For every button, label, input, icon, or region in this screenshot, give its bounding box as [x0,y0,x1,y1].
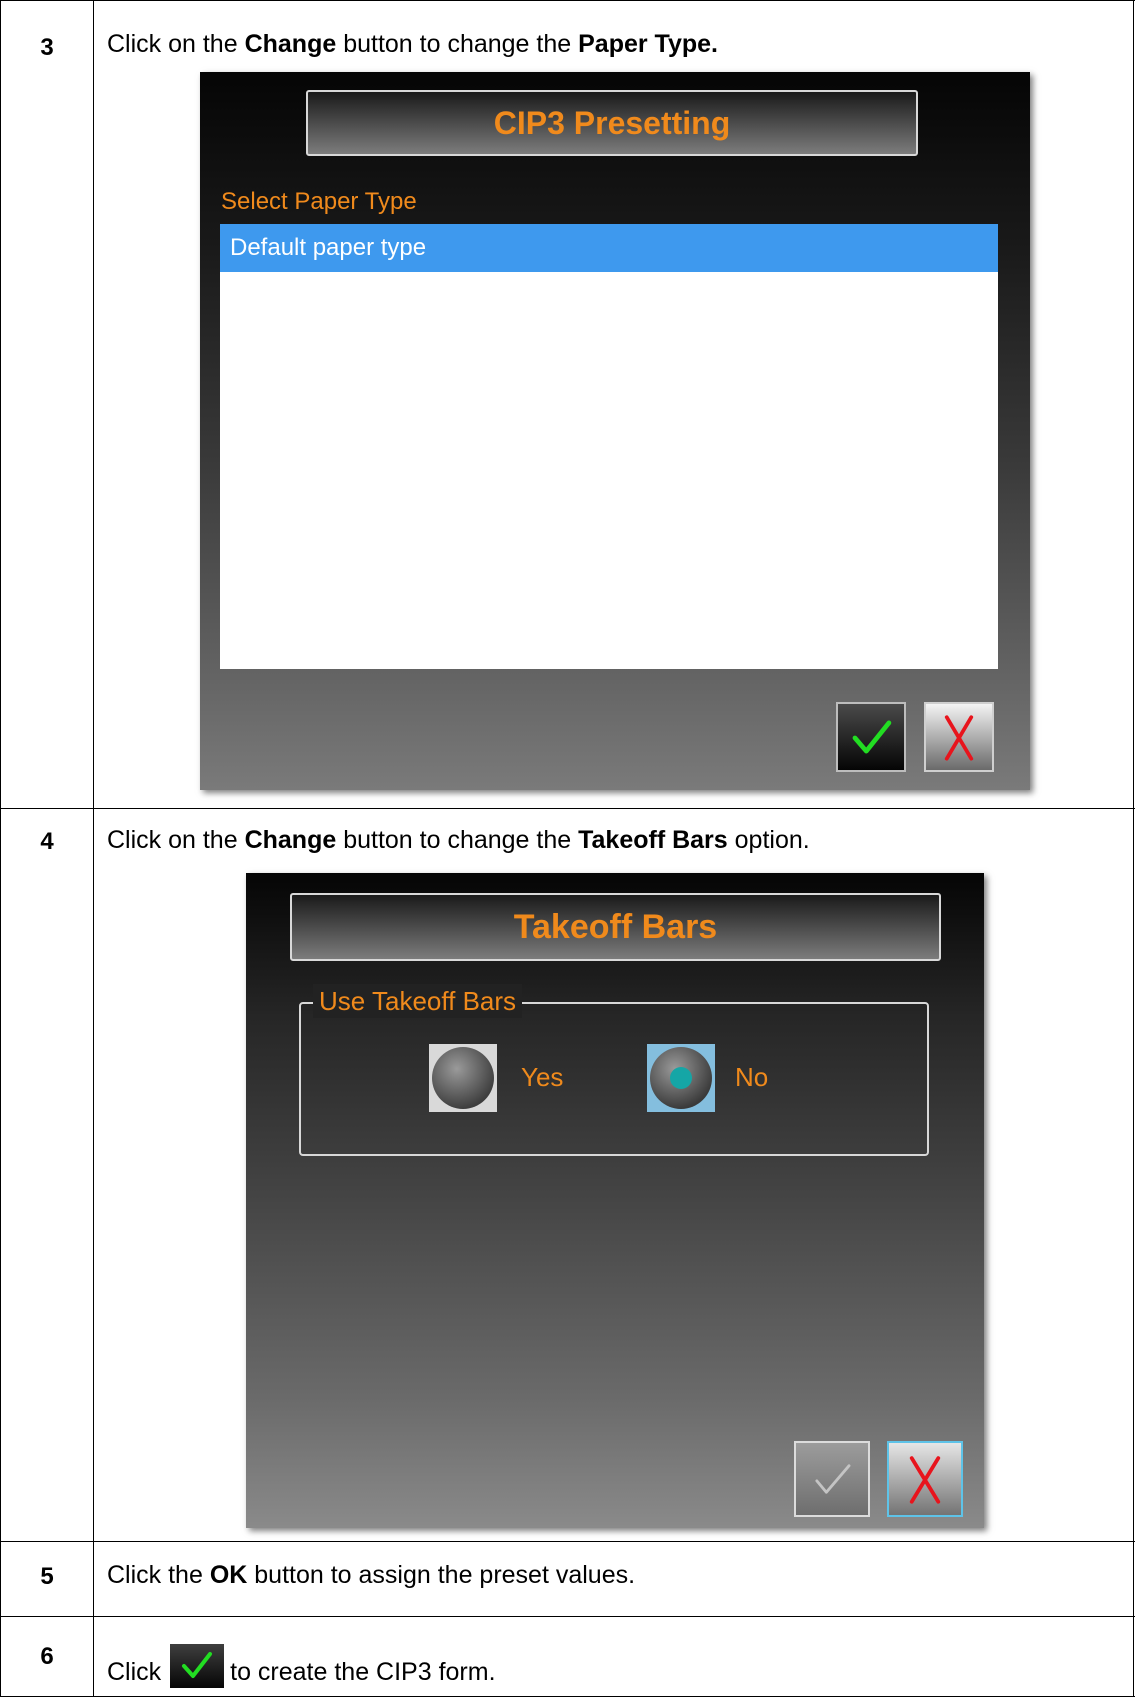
instruction-bold-text: Takeoff Bars [578,826,728,854]
radio-unselected-icon [432,1047,494,1109]
checkmark-icon [170,1644,225,1688]
instruction-text: button to change the [336,826,579,854]
instruction-text: Click the [107,1561,210,1589]
checkmark-icon [815,1464,851,1494]
instruction-bold-text: Change [244,826,337,854]
row-divider [1,808,1135,809]
row-divider [1,1616,1135,1617]
use-takeoff-bars-group: Use Takeoff Bars Yes No [299,984,929,1156]
no-label: No [735,1062,769,1092]
group-label: Use Takeoff Bars [313,984,523,1018]
instruction-bold-text: OK [209,1561,248,1589]
paper-type-list[interactable]: Default paper type [220,224,998,669]
column-divider [93,0,94,1697]
section-label: Select Paper Type [221,188,417,215]
x-icon [909,1456,941,1504]
step-instruction: Click on the Change button to change the… [107,826,810,855]
instruction-text: Click on the [107,826,245,854]
step-instruction: Click the OK button to assign the preset… [107,1561,635,1590]
list-item[interactable]: Default paper type [220,224,998,272]
step-number: 4 [40,828,54,855]
step-number: 5 [40,1563,54,1590]
cancel-button[interactable] [924,702,994,772]
instruction-text: to create the CIP3 form. [230,1658,496,1686]
instruction-bold-text: Change [244,30,337,58]
dialog-title: CIP3 Presetting [306,90,918,156]
dialog-title: Takeoff Bars [290,893,941,961]
cip3-presetting-dialog: CIP3 Presetting Select Paper Type Defaul… [200,72,1030,790]
instruction-text: button to change the [336,30,579,58]
step-instruction: Click to create the CIP3 form. [107,1644,496,1688]
instruction-text: Click on the [107,30,245,58]
checkmark-icon [852,720,892,754]
cancel-button[interactable] [887,1441,963,1517]
step-number: 3 [40,34,54,61]
instruction-bold-text: Paper Type. [578,30,718,58]
instruction-text: button to assign the preset values. [247,1561,636,1589]
instruction-text: option. [727,826,810,854]
checkmark-glyph [182,1652,213,1678]
takeoff-bars-dialog: Takeoff Bars Use Takeoff Bars Yes No [246,873,984,1528]
step-number: 6 [40,1643,54,1670]
table-border-top [1,0,1135,1]
yes-radio-button[interactable] [429,1044,497,1112]
yes-label: Yes [521,1062,564,1092]
instruction-text: Click [107,1658,162,1686]
x-icon [944,715,974,761]
ok-button[interactable] [794,1441,870,1517]
radio-selected-icon [650,1047,712,1109]
row-divider [1,1541,1135,1542]
step-instruction: Click on the Change button to change the… [107,30,718,59]
no-radio-button[interactable] [647,1044,715,1112]
ok-button[interactable] [836,702,906,772]
instruction-table: 3 Click on the Change button to change t… [0,0,1135,1697]
